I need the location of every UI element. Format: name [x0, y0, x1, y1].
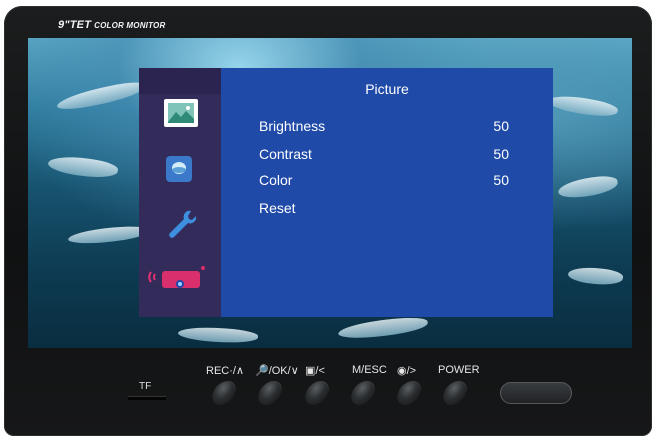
power-label: POWER — [438, 364, 480, 376]
background-fish — [55, 78, 147, 114]
menu-row-label: Color — [259, 172, 293, 188]
background-fish — [177, 325, 259, 345]
menu-esc-label: M/ESC — [352, 364, 387, 376]
brand-label: 9"TET COLOR MONITOR — [58, 15, 165, 33]
menu-row-value: 50 — [493, 118, 509, 134]
background-fish — [47, 153, 119, 181]
rec-up-label: REC·/∧ — [206, 365, 244, 377]
background-fish — [567, 265, 624, 287]
menu-row-value: 50 — [493, 172, 509, 188]
wrench-icon — [169, 210, 196, 238]
brand-subtitle: COLOR MONITOR — [94, 21, 166, 30]
display-tab[interactable] — [164, 155, 194, 183]
picture-tab[interactable] — [164, 99, 198, 127]
ok-down-label: 🔎/OK/∨ — [255, 365, 299, 377]
tf-card-slot[interactable] — [128, 396, 166, 400]
mode-left-label: ▣/< — [305, 365, 325, 377]
menu-row-label: Contrast — [259, 146, 312, 162]
camera-signal-icon — [148, 266, 205, 288]
menu-row-value: 50 — [493, 146, 509, 162]
circle-screen-icon — [166, 156, 192, 182]
brand-title: 9"TET — [58, 19, 92, 31]
background-fish — [337, 315, 429, 341]
background-fish — [67, 224, 149, 246]
camera-tab[interactable] — [148, 264, 208, 290]
snapshot-right-label: ◉/> — [397, 365, 417, 377]
tf-slot-label: TF — [139, 381, 152, 392]
osd-menu-title: Picture — [365, 81, 409, 97]
background-fish — [557, 173, 619, 201]
osd-menu-panel: Picture Brightness 50 Contrast 50 Color … — [221, 68, 553, 317]
settings-tab[interactable] — [164, 207, 198, 241]
landscape-icon — [168, 103, 194, 123]
menu-row-label: Reset — [259, 200, 296, 216]
menu-row-label: Brightness — [259, 118, 326, 134]
power-rocker[interactable] — [500, 382, 572, 404]
background-fish — [547, 92, 619, 120]
